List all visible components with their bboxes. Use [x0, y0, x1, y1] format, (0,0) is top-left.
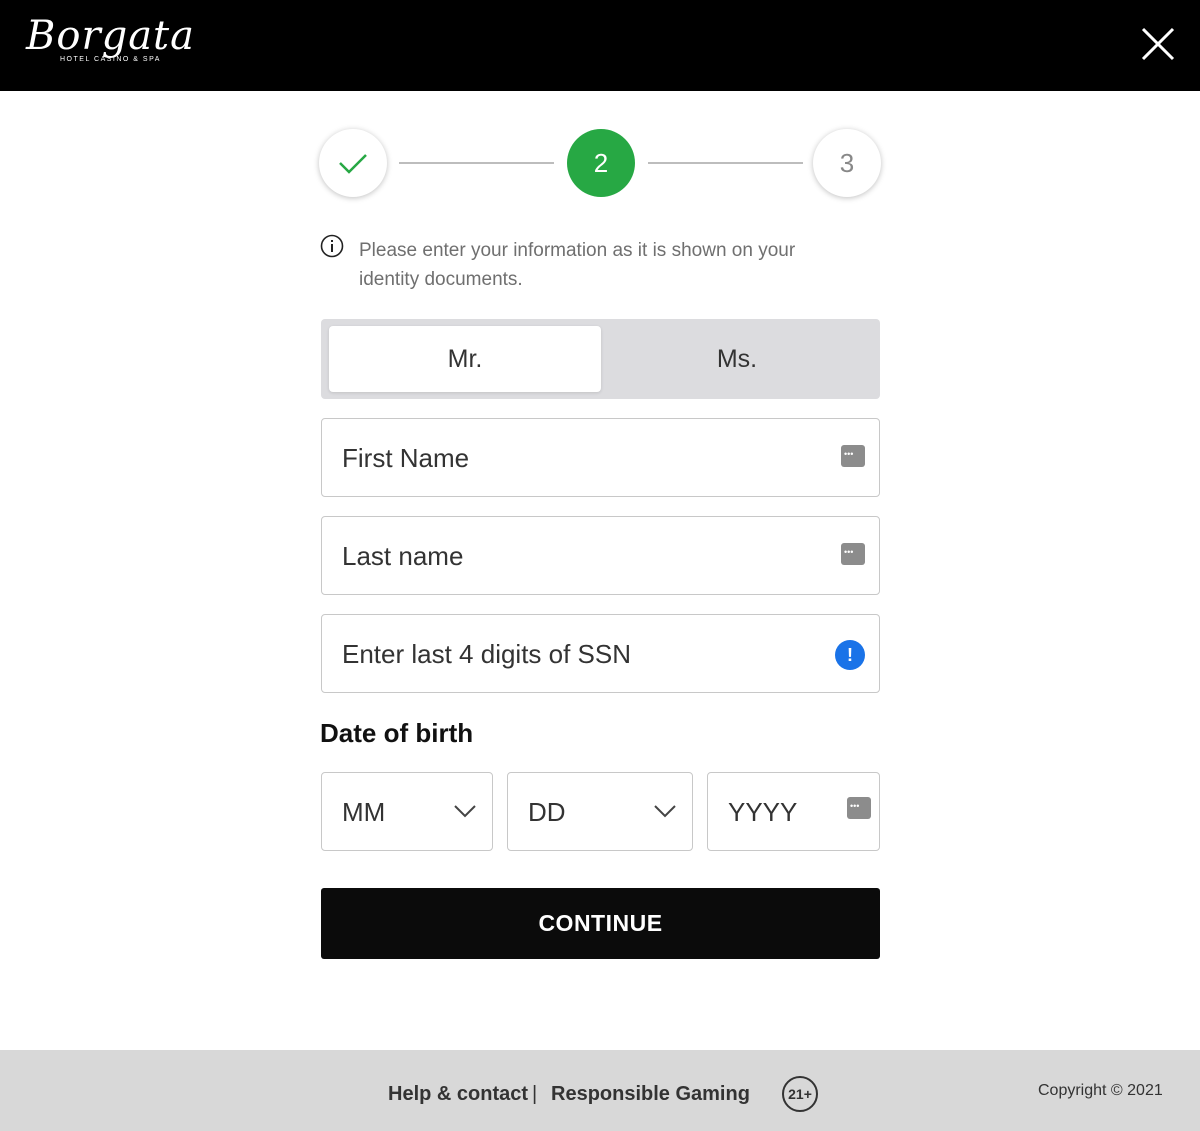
dob-day-placeholder: DD [528, 797, 566, 827]
ssn-field[interactable]: Enter last 4 digits of SSN ! [321, 614, 880, 693]
first-name-placeholder: First Name [342, 443, 470, 473]
autofill-key-icon[interactable] [847, 797, 871, 819]
age-21-badge: 21+ [782, 1076, 818, 1112]
dob-year-field[interactable]: YYYY [707, 772, 880, 851]
chevron-down-icon [454, 805, 476, 818]
stepper-connector [399, 162, 554, 164]
close-icon [1141, 27, 1175, 61]
logo-subtext: HOTEL CASINO & SPA [60, 56, 161, 63]
footer-separator: | [532, 1083, 538, 1105]
dob-month-placeholder: MM [342, 797, 386, 827]
continue-button[interactable]: CONTINUE [321, 888, 880, 959]
dob-year-placeholder: YYYY [728, 797, 798, 827]
copyright-text: Copyright © 2021 [1038, 1082, 1163, 1099]
logo-script-text: Borgata [26, 13, 195, 59]
close-button[interactable] [1138, 24, 1178, 64]
ssn-info-icon[interactable]: ! [835, 640, 865, 670]
help-contact-link[interactable]: Help & contact [388, 1083, 528, 1106]
dob-month-select[interactable]: MM [321, 772, 493, 851]
top-bar: Borgata HOTEL CASINO & SPA [0, 0, 1200, 91]
responsible-gaming-link[interactable]: Responsible Gaming [551, 1083, 750, 1106]
step-1-completed [319, 129, 387, 197]
last-name-field[interactable]: Last name [321, 516, 880, 595]
autofill-key-icon[interactable] [841, 543, 865, 565]
check-icon [339, 154, 367, 174]
info-icon [320, 234, 344, 258]
info-text: Please enter your information as it is s… [359, 240, 796, 290]
title-toggle: Mr. Ms. [321, 319, 880, 399]
first-name-field[interactable]: First Name [321, 418, 880, 497]
title-option-ms[interactable]: Ms. [601, 326, 873, 392]
chevron-down-icon [654, 805, 676, 818]
step-3-pending: 3 [813, 129, 881, 197]
step-2-active: 2 [567, 129, 635, 197]
dob-day-select[interactable]: DD [507, 772, 693, 851]
ssn-placeholder: Enter last 4 digits of SSN [342, 639, 632, 669]
stepper-connector [648, 162, 803, 164]
autofill-key-icon[interactable] [841, 445, 865, 467]
borgata-logo[interactable]: Borgata HOTEL CASINO & SPA [26, 12, 196, 74]
dob-title: Date of birth [320, 718, 474, 748]
title-option-mr[interactable]: Mr. [329, 326, 601, 392]
last-name-placeholder: Last name [342, 541, 464, 571]
